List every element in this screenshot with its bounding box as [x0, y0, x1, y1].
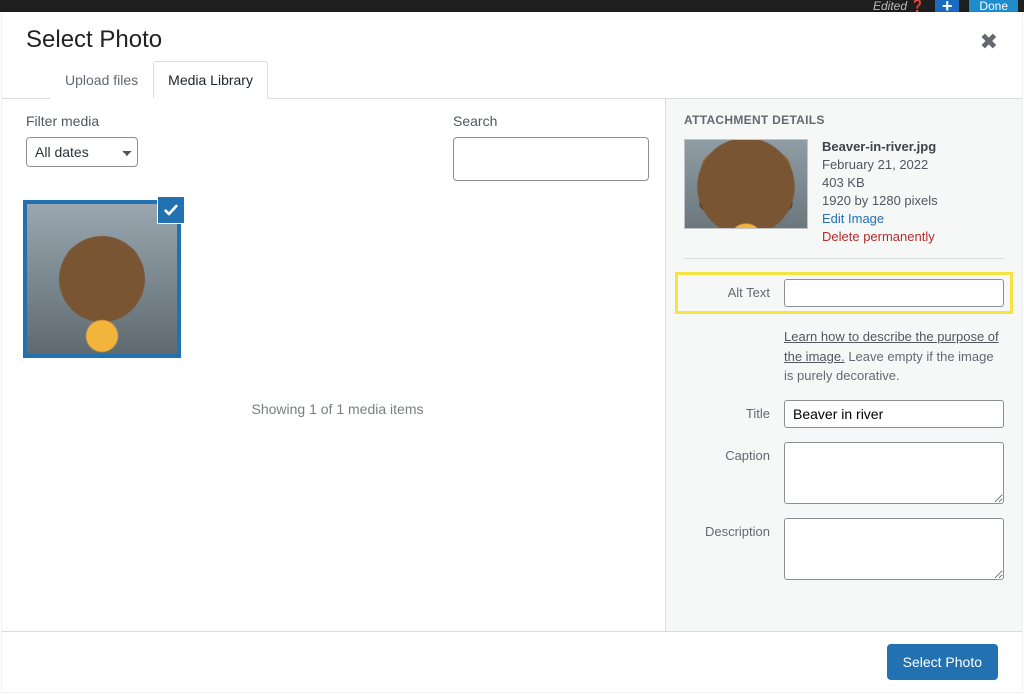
tabs: Upload files Media Library: [26, 61, 998, 99]
attachment-dimensions: 1920 by 1280 pixels: [822, 193, 938, 208]
caption-input[interactable]: [784, 442, 1004, 504]
attachment-details: ATTACHMENT DETAILS Beaver-in-river.jpg F…: [665, 99, 1022, 631]
attachment-preview: [684, 139, 808, 229]
modal-footer: Select Photo: [2, 631, 1022, 692]
media-browser: Filter media All dates Search: [2, 99, 665, 631]
attachment-filename: Beaver-in-river.jpg: [822, 139, 938, 154]
attachment-date: February 21, 2022: [822, 157, 938, 172]
modal-body: Filter media All dates Search: [2, 99, 1022, 631]
tab-media-library[interactable]: Media Library: [153, 61, 268, 99]
preview-image: [684, 139, 808, 229]
alt-text-hint: Learn how to describe the purpose of the…: [784, 327, 1004, 386]
modal-title: Select Photo: [26, 26, 998, 54]
attachment-head: Beaver-in-river.jpg February 21, 2022 40…: [684, 139, 1004, 259]
close-icon: ✖: [980, 29, 998, 54]
description-label: Description: [684, 518, 770, 539]
filter-group: Filter media All dates: [26, 113, 138, 167]
alt-text-label: Alt Text: [684, 279, 770, 300]
title-input[interactable]: [784, 400, 1004, 428]
attachment-size: 403 KB: [822, 175, 938, 190]
alt-text-input[interactable]: [784, 279, 1004, 307]
thumbnail-grid: [26, 203, 649, 355]
backdrop-toolbar: Edited ❓ + Done: [0, 0, 1024, 12]
description-input[interactable]: [784, 518, 1004, 580]
search-input[interactable]: [453, 137, 649, 181]
caption-label: Caption: [684, 442, 770, 463]
filter-label: Filter media: [26, 113, 138, 129]
caption-row: Caption: [684, 442, 1004, 504]
title-row: Title: [684, 400, 1004, 428]
selected-check-icon[interactable]: [157, 196, 185, 224]
search-label: Search: [453, 113, 649, 129]
modal-header: Select Photo ✖ Upload files Media Librar…: [2, 12, 1022, 98]
close-button[interactable]: ✖: [974, 28, 1004, 56]
delete-permanently-link[interactable]: Delete permanently: [822, 229, 938, 244]
attachment-meta: Beaver-in-river.jpg February 21, 2022 40…: [822, 139, 938, 244]
edit-image-link[interactable]: Edit Image: [822, 211, 938, 226]
search-group: Search: [453, 113, 649, 181]
details-heading: ATTACHMENT DETAILS: [684, 113, 1004, 127]
showing-count: Showing 1 of 1 media items: [26, 401, 649, 417]
select-photo-button[interactable]: Select Photo: [887, 644, 998, 680]
filter-date-select[interactable]: All dates: [26, 137, 138, 167]
media-thumbnail[interactable]: [26, 203, 178, 355]
thumbnail-image: [27, 204, 177, 354]
alt-hint-row: Learn how to describe the purpose of the…: [684, 317, 1004, 386]
description-row: Description: [684, 518, 1004, 580]
title-label: Title: [684, 400, 770, 421]
alt-text-row: Alt Text: [680, 277, 1008, 309]
tab-upload-files[interactable]: Upload files: [50, 61, 153, 99]
media-modal: Select Photo ✖ Upload files Media Librar…: [2, 12, 1022, 692]
